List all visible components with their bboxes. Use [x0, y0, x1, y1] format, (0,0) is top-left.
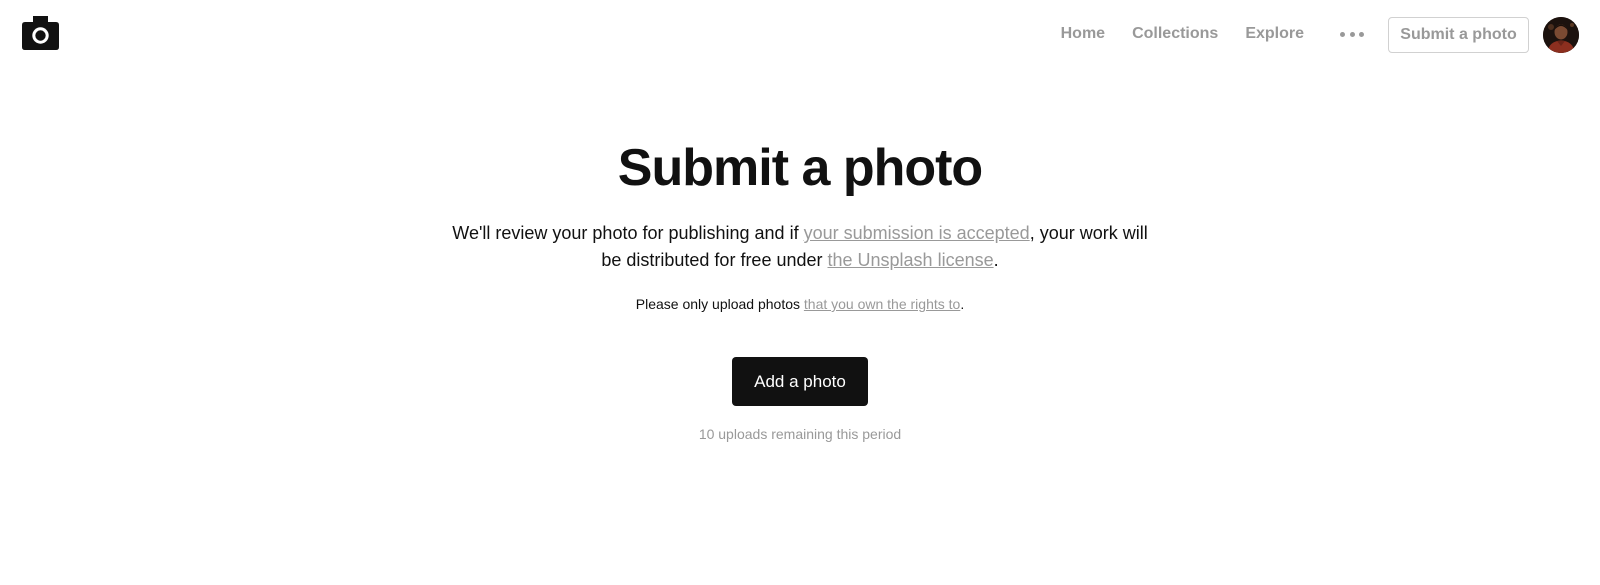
- nav-collections-link[interactable]: Collections: [1132, 25, 1218, 43]
- add-photo-button[interactable]: Add a photo: [732, 357, 868, 406]
- submission-accepted-link[interactable]: your submission is accepted: [804, 223, 1030, 243]
- page-title: Submit a photo: [617, 139, 983, 197]
- uploads-remaining-text: 10 uploads remaining this period: [698, 426, 902, 442]
- notice-text-part: .: [960, 296, 965, 312]
- unsplash-license-link[interactable]: the Unsplash license: [828, 250, 994, 270]
- intro-text-part: .: [993, 250, 999, 270]
- intro-text: We'll review your photo for publishing a…: [440, 220, 1160, 274]
- submit-photo-section: Submit a photo We'll review your photo f…: [0, 130, 1600, 442]
- camera-icon[interactable]: [22, 16, 59, 50]
- more-dot: [1340, 31, 1345, 37]
- notice-text-part: Please only upload photos: [635, 296, 804, 312]
- more-dot: [1349, 31, 1355, 37]
- user-avatar[interactable]: [1543, 17, 1579, 53]
- main-nav: Home Collections Explore: [1061, 0, 1304, 68]
- nav-explore-link[interactable]: Explore: [1245, 25, 1304, 43]
- more-dot: [1359, 31, 1364, 37]
- own-rights-link[interactable]: that you own the rights to: [804, 296, 960, 312]
- top-header: Home Collections Explore Submit a photo: [0, 0, 1600, 68]
- intro-text-part: We'll review your photo for publishing a…: [452, 223, 804, 243]
- rights-notice: Please only upload photos that you own t…: [0, 294, 1600, 314]
- nav-home-link[interactable]: Home: [1061, 25, 1105, 43]
- submit-photo-button[interactable]: Submit a photo: [1388, 17, 1529, 53]
- more-dots-icon[interactable]: [1340, 26, 1364, 42]
